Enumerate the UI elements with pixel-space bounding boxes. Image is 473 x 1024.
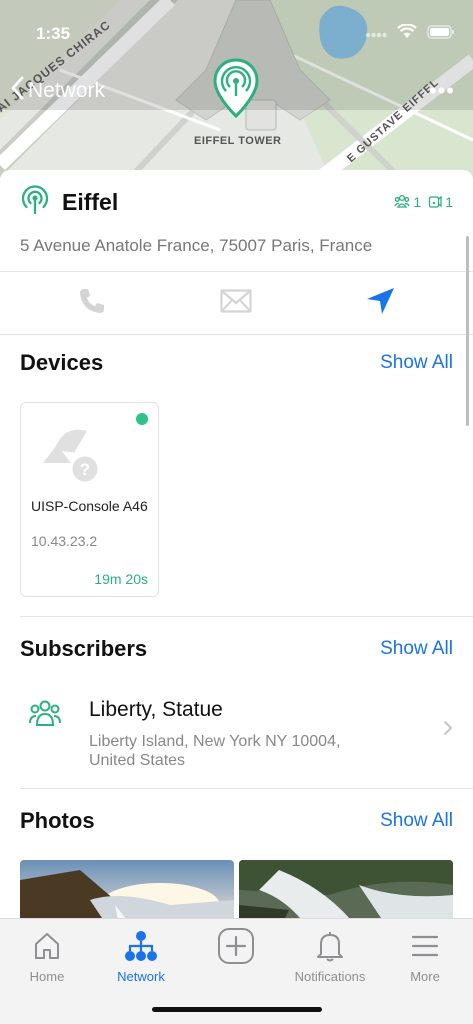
navigate-icon	[365, 286, 395, 321]
device-ip: 10.43.23.2	[31, 533, 98, 549]
devices-section-title: Devices	[20, 350, 104, 375]
back-button[interactable]: Network	[10, 76, 105, 106]
chevron-right-icon	[443, 720, 453, 741]
subscribers-section-title: Subscribers	[20, 636, 148, 661]
subscriber-list-item[interactable]: Liberty, Statue Liberty Island, New York…	[0, 680, 473, 780]
photos-show-all-link[interactable]: Show All	[380, 810, 453, 832]
phone-icon	[77, 286, 107, 321]
tab-add[interactable]	[189, 927, 283, 989]
status-bar: 1:35	[0, 0, 473, 70]
tab-notifications[interactable]: Notifications	[283, 927, 377, 989]
call-button[interactable]	[75, 286, 109, 320]
subscribers-show-all-link[interactable]: Show All	[380, 638, 453, 660]
devices-show-all-link[interactable]: Show All	[380, 352, 453, 374]
chevron-left-icon	[10, 76, 24, 106]
subscribers-count: 1	[413, 194, 422, 210]
device-name: UISP-Console A46	[31, 498, 148, 514]
tab-label: Notifications	[294, 969, 366, 984]
tab-label: More	[410, 969, 440, 984]
bell-icon	[315, 927, 345, 965]
mail-icon	[220, 288, 252, 318]
site-address: 5 Avenue Anatole France, 75007 Paris, Fr…	[20, 236, 373, 255]
devices-count-icon	[428, 194, 442, 211]
device-unknown-icon: ?	[35, 419, 107, 490]
site-detail-sheet: Eiffel 1 1 5 Avenue Anatole France, 7500…	[0, 170, 473, 920]
site-header: Eiffel 1 1	[20, 184, 453, 220]
home-icon	[32, 927, 62, 965]
subscriber-name: Liberty, Statue	[89, 698, 223, 721]
map-view[interactable]: AI JACQUES CHIRAC E GUSTAVE EIFFEL EIFFE…	[0, 0, 473, 178]
subscriber-group-icon	[28, 698, 62, 733]
contact-actions	[0, 272, 473, 334]
navigate-button[interactable]	[363, 286, 397, 320]
landmark-label: EIFFEL TOWER	[194, 135, 282, 147]
photo-thumbnail[interactable]	[20, 860, 234, 920]
svg-text:?: ?	[80, 460, 90, 479]
signal-dots-icon	[365, 25, 387, 43]
device-card[interactable]: ? UISP-Console A46 10.43.23.2 19m 20s	[20, 402, 159, 597]
tab-network[interactable]: Network	[94, 927, 188, 989]
battery-icon	[427, 24, 455, 44]
menu-icon	[411, 927, 439, 965]
more-options-button[interactable]: •••	[429, 78, 455, 104]
site-name: Eiffel	[62, 188, 119, 215]
tab-label: Network	[117, 969, 165, 984]
subscriber-address: Liberty Island, New York NY 10004, Unite…	[89, 733, 341, 769]
divider	[0, 334, 473, 335]
tab-more[interactable]: More	[378, 927, 472, 989]
network-icon	[124, 927, 158, 965]
photo-thumbnail[interactable]	[239, 860, 453, 920]
device-status-indicator	[136, 413, 148, 425]
divider	[20, 788, 473, 789]
subscribers-count-icon	[394, 194, 411, 211]
devices-count: 1	[445, 194, 453, 210]
status-time: 1:35	[36, 24, 71, 43]
tab-home[interactable]: Home	[0, 927, 94, 989]
wifi-icon	[397, 23, 417, 44]
photos-section-title: Photos	[20, 808, 95, 833]
device-uptime: 19m 20s	[94, 571, 148, 587]
site-antenna-icon	[20, 184, 50, 220]
email-button[interactable]	[219, 286, 253, 320]
site-counts: 1 1	[394, 194, 453, 211]
divider	[20, 616, 473, 617]
home-indicator	[152, 1007, 322, 1012]
scrollbar[interactable]	[466, 236, 469, 426]
add-icon	[217, 927, 255, 965]
tab-label: Home	[29, 969, 65, 984]
back-label: Network	[28, 79, 106, 102]
